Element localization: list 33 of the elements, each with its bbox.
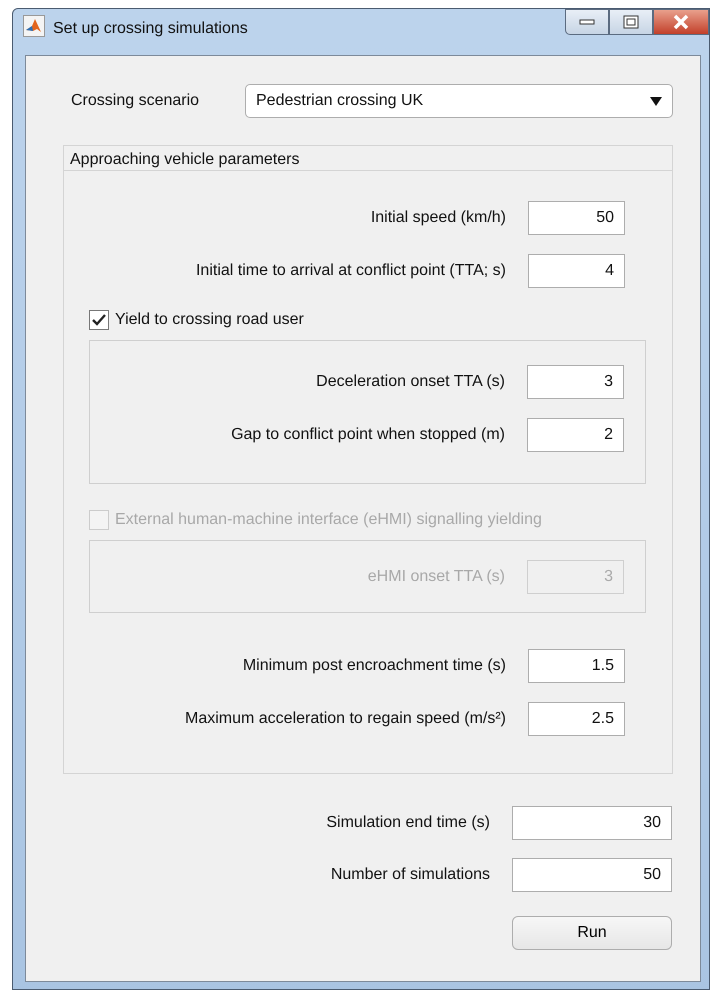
field-label: Minimum post encroachment time (s) xyxy=(242,656,506,676)
maximize-button[interactable] xyxy=(609,9,653,35)
field-label: Initial speed (km/h) xyxy=(370,208,506,228)
field-label: Gap to conflict point when stopped (m) xyxy=(231,425,505,445)
field-label: Deceleration onset TTA (s) xyxy=(316,372,505,392)
close-button[interactable] xyxy=(653,9,709,35)
input-field[interactable]: 30 xyxy=(512,806,672,840)
checkbox-label: Yield to crossing road user xyxy=(115,310,304,330)
input-field[interactable]: 2 xyxy=(527,418,624,452)
window-title: Set up crossing simulations xyxy=(53,19,248,39)
field-label: eHMI onset TTA (s) xyxy=(368,567,505,587)
field-label: Simulation end time (s) xyxy=(326,813,490,833)
panel-title: Approaching vehicle parameters xyxy=(64,146,672,171)
run-button[interactable]: Run xyxy=(512,916,672,950)
close-icon xyxy=(672,14,690,30)
input-field[interactable]: 1.5 xyxy=(528,649,625,683)
field-label: Crossing scenario xyxy=(70,91,200,111)
dropdown-arrow-icon xyxy=(650,96,662,106)
checkbox-label: External human-machine interface (eHMI) signalling yielding xyxy=(115,510,542,530)
checkbox[interactable] xyxy=(89,310,109,330)
input-field[interactable]: 50 xyxy=(528,201,625,235)
input-field[interactable]: 4 xyxy=(528,254,625,288)
field-label: Number of simulations xyxy=(330,865,490,885)
app-icon xyxy=(23,15,45,37)
minimize-icon xyxy=(579,18,595,26)
scenario-dropdown[interactable]: Pedestrian crossing UK xyxy=(245,84,673,118)
input-field[interactable]: 2.5 xyxy=(528,702,625,736)
field-label: Maximum acceleration to regain speed (m/s²) xyxy=(184,709,506,729)
maximize-icon xyxy=(623,15,639,29)
minimize-button[interactable] xyxy=(565,9,609,35)
field-label: Initial time to arrival at conflict point (TTA; s) xyxy=(196,261,506,281)
input-field[interactable]: 3 xyxy=(527,365,624,399)
input-field[interactable]: 50 xyxy=(512,858,672,892)
